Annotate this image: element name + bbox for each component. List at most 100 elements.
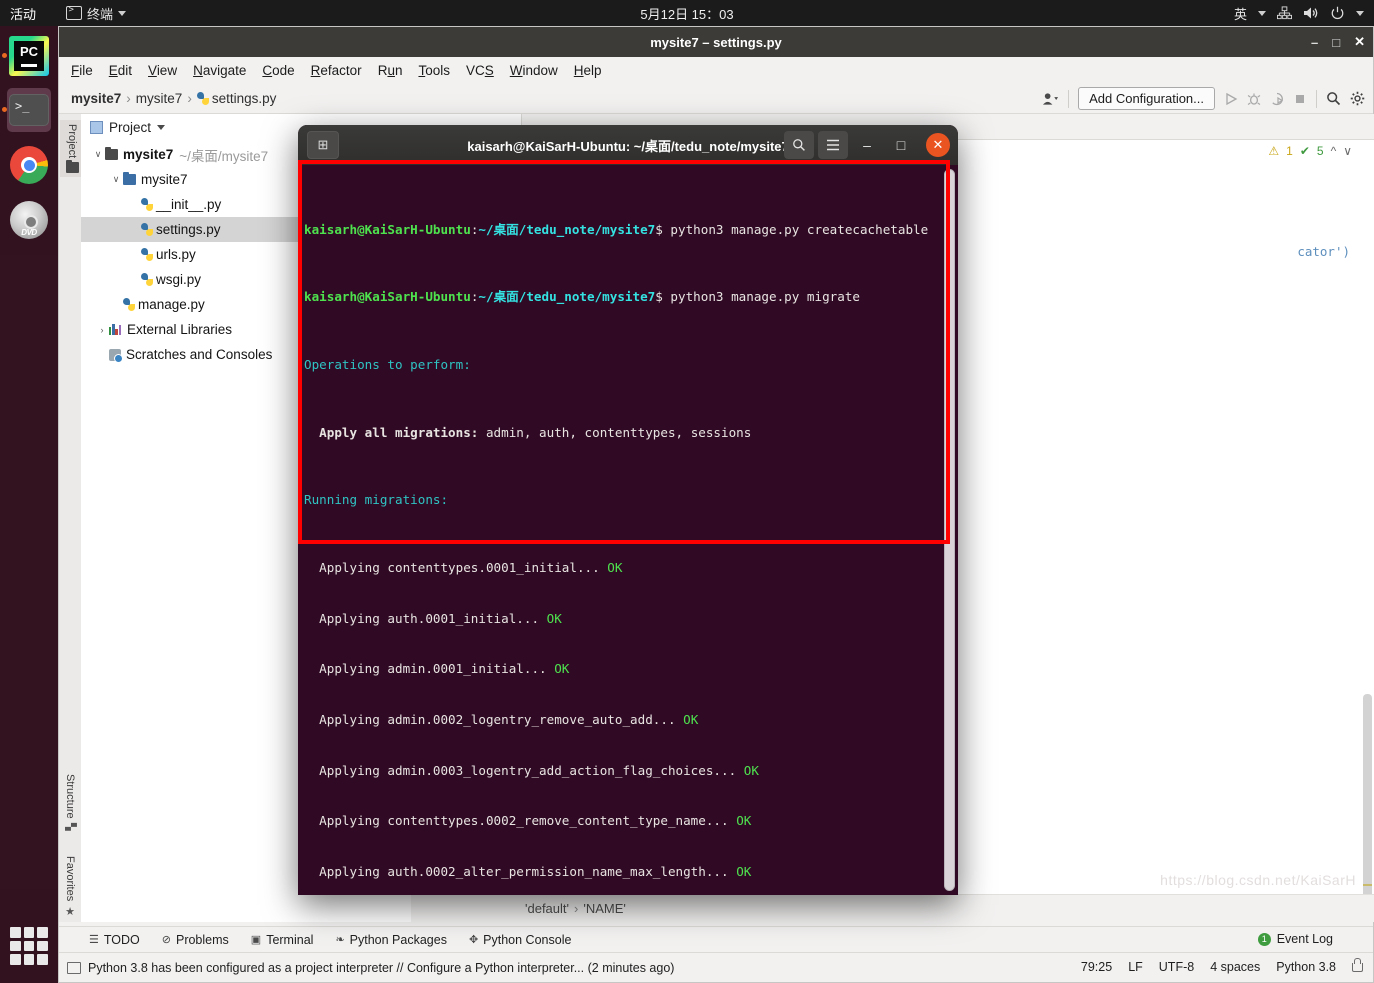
next-problem-button[interactable]: ∨ (1343, 144, 1352, 158)
search-icon[interactable] (784, 131, 814, 159)
terminal-line-text: Applying admin.0003_logentry_add_action_… (304, 763, 736, 778)
ide-status-bar-right: 79:25 LF UTF-8 4 spaces Python 3.8 (1081, 952, 1363, 982)
terminal-line: Running migrations: (304, 492, 958, 509)
new-tab-icon[interactable]: ⊞ (307, 131, 339, 159)
menu-run[interactable]: Run (378, 63, 403, 78)
interpreter-setting[interactable]: Python 3.8 (1276, 960, 1336, 974)
sidebar-tab-favorites[interactable]: Favorites ★ (60, 856, 80, 918)
file-encoding[interactable]: UTF-8 (1159, 960, 1194, 974)
stripe-structure-label: Structure (64, 774, 76, 819)
close-button[interactable]: ✕ (1354, 34, 1365, 50)
maximize-button[interactable]: □ (1332, 35, 1340, 50)
chevron-down-icon[interactable] (1356, 11, 1364, 16)
minimize-button[interactable]: – (1311, 35, 1318, 50)
event-log-button[interactable]: 1 Event Log (1258, 926, 1333, 952)
keyboard-layout-label[interactable]: 英 (1234, 4, 1247, 23)
terminal-scrollbar[interactable] (944, 169, 955, 891)
dock-item-pycharm[interactable]: PC (7, 34, 51, 78)
chevron-expanded-icon[interactable]: ∨ (91, 149, 105, 160)
editor-breadcrumb-item[interactable]: 'default' (525, 901, 569, 916)
chevron-down-icon[interactable] (1258, 11, 1266, 16)
menu-refactor[interactable]: Refactor (311, 63, 362, 78)
inspection-widget[interactable]: ⚠ 1 ✔ 5 ^ ∨ (1268, 144, 1352, 158)
menu-file[interactable]: File (71, 63, 93, 78)
tool-button-problems[interactable]: ⊘ Problems (162, 933, 229, 947)
sidebar-tab-structure[interactable]: Structure ▚ (60, 774, 80, 830)
settings-gear-icon[interactable] (1350, 91, 1365, 106)
left-tool-stripe: Project Structure ▚ Favorites ★ (59, 114, 82, 922)
menu-view[interactable]: View (148, 63, 177, 78)
stop-icon[interactable] (1293, 92, 1307, 106)
prompt-user-host: kaisarh@KaiSarH-Ubuntu (304, 222, 471, 237)
tree-item-label: settings.py (156, 222, 221, 237)
python-file-icon (141, 223, 153, 236)
dock-item-chrome[interactable] (7, 143, 51, 187)
terminal-icon (9, 94, 49, 126)
line-separator[interactable]: LF (1128, 960, 1143, 974)
tool-button-terminal-label: Terminal (266, 933, 313, 947)
hamburger-menu-icon[interactable] (818, 131, 848, 159)
tree-item-label: mysite7 (141, 172, 188, 187)
editor-scrollbar[interactable] (1363, 694, 1372, 904)
chevron-collapsed-icon[interactable]: › (95, 325, 109, 335)
terminal-window-controls: – □ ✕ (784, 131, 950, 159)
prompt-path: ~/桌面/tedu_note/mysite7 (478, 222, 655, 237)
close-button[interactable]: ✕ (926, 133, 950, 157)
lock-icon[interactable] (1352, 963, 1363, 972)
breadcrumb-separator: › (187, 91, 192, 106)
terminal-line-status: OK (676, 712, 699, 727)
tool-button-terminal[interactable]: ▣ Terminal (251, 933, 314, 947)
maximize-button[interactable]: □ (886, 131, 916, 159)
breadcrumb-file[interactable]: settings.py (212, 91, 277, 106)
terminal-titlebar: ⊞ kaisarh@KaiSarH-Ubuntu: ~/桌面/tedu_note… (298, 125, 958, 166)
minimize-button[interactable]: – (852, 131, 882, 159)
menu-edit[interactable]: Edit (109, 63, 132, 78)
python-file-icon (197, 92, 209, 105)
menu-tools[interactable]: Tools (418, 63, 450, 78)
clock[interactable]: 5月12日 15：03 (0, 4, 1374, 23)
dock-item-terminal[interactable] (7, 88, 51, 132)
caret-position[interactable]: 79:25 (1081, 960, 1112, 974)
status-monitor-icon[interactable] (67, 962, 81, 974)
breadcrumb-project[interactable]: mysite7 (71, 91, 121, 106)
editor-breadcrumb-item[interactable]: 'NAME' (583, 901, 626, 916)
show-applications-button[interactable] (10, 927, 48, 965)
menu-vcs[interactable]: VCS (466, 63, 494, 78)
terminal-command: python3 manage.py createcachetable (663, 222, 928, 237)
add-configuration-button[interactable]: Add Configuration... (1078, 87, 1215, 110)
run-icon[interactable] (1224, 92, 1238, 106)
structure-icon: ▚ (65, 823, 76, 831)
toolbar-separator (1316, 90, 1317, 108)
menu-help[interactable]: Help (574, 63, 602, 78)
folder-icon (66, 162, 79, 173)
coverage-icon[interactable] (1270, 92, 1284, 106)
terminal-line-status: OK (539, 611, 562, 626)
editor-scroll-marker (1363, 884, 1372, 886)
search-icon[interactable] (1326, 91, 1341, 106)
menu-navigate[interactable]: Navigate (193, 63, 246, 78)
menu-code[interactable]: Code (262, 63, 294, 78)
menu-window[interactable]: Window (510, 63, 558, 78)
indent-setting[interactable]: 4 spaces (1210, 960, 1260, 974)
terminal-line-rest: admin, auth, contenttypes, sessions (478, 425, 751, 440)
terminal-output[interactable]: kaisarh@KaiSarH-Ubuntu:~/桌面/tedu_note/my… (298, 165, 958, 895)
power-icon[interactable] (1330, 6, 1345, 21)
debug-icon[interactable] (1247, 92, 1261, 106)
tool-button-python-console[interactable]: ✥ Python Console (469, 933, 571, 947)
user-dropdown-icon[interactable] (1042, 92, 1059, 106)
status-message[interactable]: Python 3.8 has been configured as a proj… (88, 961, 674, 975)
network-icon[interactable] (1277, 6, 1292, 20)
star-icon: ★ (64, 905, 77, 918)
prompt-dollar: $ (655, 289, 663, 304)
dock-item-dvd[interactable]: DVD (7, 198, 51, 242)
chevron-expanded-icon[interactable]: ∨ (109, 174, 123, 185)
tool-button-python-packages[interactable]: ❧ Python Packages (335, 933, 447, 947)
tool-button-todo-label: TODO (104, 933, 140, 947)
python-file-icon (141, 198, 153, 211)
previous-problem-button[interactable]: ^ (1331, 144, 1337, 158)
tool-button-todo[interactable]: ☰ TODO (89, 933, 140, 947)
breadcrumb-module[interactable]: mysite7 (136, 91, 183, 106)
chevron-down-icon[interactable] (157, 125, 165, 130)
volume-icon[interactable] (1303, 6, 1319, 20)
dvd-icon: DVD (10, 201, 48, 239)
